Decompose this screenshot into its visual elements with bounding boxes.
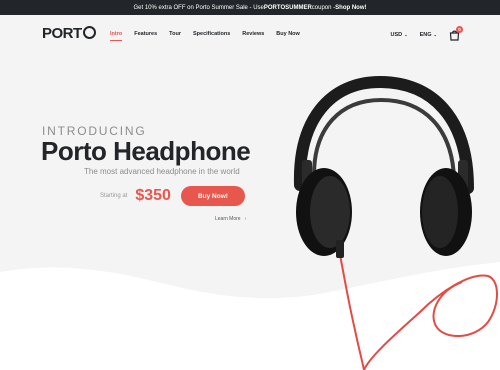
chevron-right-icon: › xyxy=(244,216,247,222)
hero-subtitle: The most advanced headphone in the world xyxy=(84,167,240,176)
promo-bar: Get 10% extra OFF on Porto Summer Sale -… xyxy=(0,0,500,15)
nav-item-intro[interactable]: Intro xyxy=(110,31,123,41)
price-label: Starting at xyxy=(100,193,128,199)
promo-text: Get 10% extra OFF on Porto Summer Sale -… xyxy=(133,4,264,11)
header-tools: USD ⌄ ENG ⌄ 0 xyxy=(391,26,463,41)
nav-item-specifications[interactable]: Specifications xyxy=(193,31,230,37)
promo-text-middle: coupon - xyxy=(311,4,336,11)
header: PORT Intro Features Tour Specifications … xyxy=(0,15,500,55)
hero-title: Porto Headphone xyxy=(41,136,251,166)
chevron-down-icon: ⌄ xyxy=(403,32,408,37)
chevron-down-icon: ⌄ xyxy=(432,32,437,37)
hero-background xyxy=(0,75,500,370)
price-value: $350 xyxy=(135,187,171,204)
price-row: Starting at $350 Buy Now! xyxy=(100,186,245,206)
cart-button[interactable]: 0 xyxy=(449,26,463,41)
promo-coupon: PORTOSUMMER xyxy=(263,4,312,11)
nav-item-reviews[interactable]: Reviews xyxy=(242,31,264,37)
currency-value: USD xyxy=(390,32,403,38)
shop-now-link[interactable]: Shop Now! xyxy=(335,5,366,11)
main-nav: Intro Features Tour Specifications Revie… xyxy=(110,31,312,41)
logo[interactable]: PORT xyxy=(42,25,96,42)
language-select[interactable]: ENG ⌄ xyxy=(420,32,437,38)
logo-text: PORT xyxy=(42,25,82,42)
cart-count-badge: 0 xyxy=(456,26,463,33)
nav-item-buy-now[interactable]: Buy Now xyxy=(276,31,300,37)
buy-now-button[interactable]: Buy Now! xyxy=(180,186,245,206)
headphone-image xyxy=(293,75,474,258)
nav-item-features[interactable]: Features xyxy=(134,31,157,37)
nav-item-tour[interactable]: Tour xyxy=(169,31,181,37)
learn-more-link[interactable]: Learn More › xyxy=(215,216,246,222)
language-value: ENG xyxy=(419,32,432,38)
logo-o-mark xyxy=(82,26,96,39)
currency-select[interactable]: USD ⌄ xyxy=(391,32,408,38)
learn-more-label: Learn More xyxy=(215,216,241,222)
